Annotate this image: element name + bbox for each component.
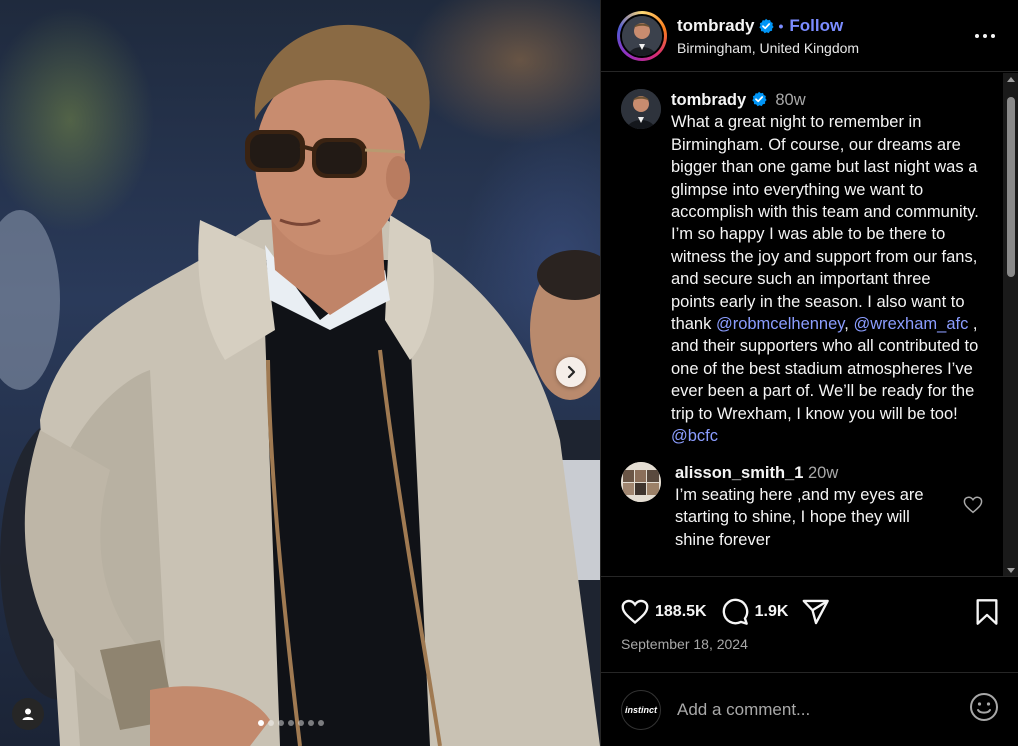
chevron-right-icon	[567, 365, 576, 379]
post-media[interactable]	[0, 0, 600, 746]
verified-icon	[759, 18, 775, 33]
carousel-next-button[interactable]	[556, 357, 586, 387]
add-comment-bar: instinct	[601, 672, 1018, 746]
comment-time[interactable]: 20w	[808, 464, 838, 482]
like-button[interactable]: 188.5K	[621, 599, 707, 625]
current-user-avatar[interactable]: instinct	[621, 689, 661, 730]
carousel-dot	[278, 720, 284, 726]
header-separator: •	[778, 17, 784, 34]
author-username[interactable]: tombrady	[677, 16, 754, 36]
comments-scrollbar[interactable]	[1003, 73, 1018, 576]
commenter-avatar[interactable]	[621, 461, 661, 502]
save-button[interactable]	[975, 598, 999, 631]
comment-body: alisson_smith_1 20w I’m seating here ,an…	[675, 462, 935, 552]
emoji-icon	[970, 693, 998, 721]
comments-section[interactable]: tombrady 80w What a great night to remem…	[601, 73, 1018, 577]
like-count[interactable]: 188.5K	[655, 603, 707, 621]
avatar-inner	[620, 13, 664, 58]
current-user-avatar-text: instinct	[624, 704, 657, 715]
header-text: tombrady • Follow Birmingham, United Kin…	[677, 16, 859, 56]
post-caption: tombrady 80w What a great night to remem…	[601, 73, 1018, 448]
comment-button[interactable]: 1.9K	[721, 598, 789, 626]
caption-avatar[interactable]	[621, 89, 661, 129]
carousel-dot	[298, 720, 304, 726]
carousel-dot	[268, 720, 274, 726]
post-date[interactable]: September 18, 2024	[621, 636, 748, 652]
share-button[interactable]	[802, 599, 830, 625]
post-side-panel: tombrady • Follow Birmingham, United Kin…	[600, 0, 1018, 746]
tagged-users-button[interactable]	[12, 698, 44, 730]
mention-link[interactable]: @robmcelhenney	[716, 315, 844, 333]
carousel-dot	[318, 720, 324, 726]
carousel-indicator	[258, 720, 324, 726]
mention-link[interactable]: @bcfc	[671, 427, 718, 445]
caption-username[interactable]: tombrady	[671, 91, 746, 109]
post-photo	[0, 24, 600, 746]
comment-count[interactable]: 1.9K	[755, 603, 789, 621]
comment-item: alisson_smith_1 20w I’m seating here ,an…	[601, 448, 1018, 552]
comment-text: I’m seating here ,and my eyes are starti…	[675, 485, 924, 549]
carousel-dot	[308, 720, 314, 726]
mention-link[interactable]: @wrexham_afc	[853, 315, 968, 333]
share-icon	[802, 599, 830, 625]
scroll-up-arrow[interactable]	[1007, 77, 1015, 82]
post-location[interactable]: Birmingham, United Kingdom	[677, 40, 859, 56]
more-options-button[interactable]	[974, 26, 996, 44]
comment-icon	[722, 598, 748, 625]
header-line: tombrady • Follow	[677, 16, 859, 36]
carousel-dot	[288, 720, 294, 726]
comment-username[interactable]: alisson_smith_1	[675, 464, 803, 482]
avatar-image	[622, 15, 662, 56]
emoji-button[interactable]	[969, 692, 999, 727]
more-icon	[975, 34, 995, 38]
post-header: tombrady • Follow Birmingham, United Kin…	[601, 0, 1018, 72]
post-actions: 188.5K 1.9K	[601, 590, 1018, 634]
bookmark-icon	[976, 599, 998, 625]
scroll-down-arrow[interactable]	[1007, 568, 1015, 573]
comment-input[interactable]	[677, 699, 969, 720]
heart-icon	[621, 599, 649, 625]
avatar-portrait	[621, 89, 661, 129]
user-tag-icon	[22, 708, 34, 720]
scroll-thumb[interactable]	[1007, 97, 1015, 277]
comment-like-button[interactable]	[963, 495, 983, 519]
caption-body: tombrady 80w What a great night to remem…	[671, 89, 979, 448]
caption-time[interactable]: 80w	[775, 91, 805, 109]
verified-icon	[752, 91, 767, 107]
heart-icon	[963, 495, 983, 513]
follow-button[interactable]: Follow	[789, 16, 843, 36]
carousel-dot	[258, 720, 264, 726]
author-avatar[interactable]	[617, 10, 667, 61]
caption-text: What a great night to remember in Birmin…	[671, 113, 979, 334]
avatar-collage	[621, 461, 661, 502]
avatar-portrait	[622, 15, 662, 56]
